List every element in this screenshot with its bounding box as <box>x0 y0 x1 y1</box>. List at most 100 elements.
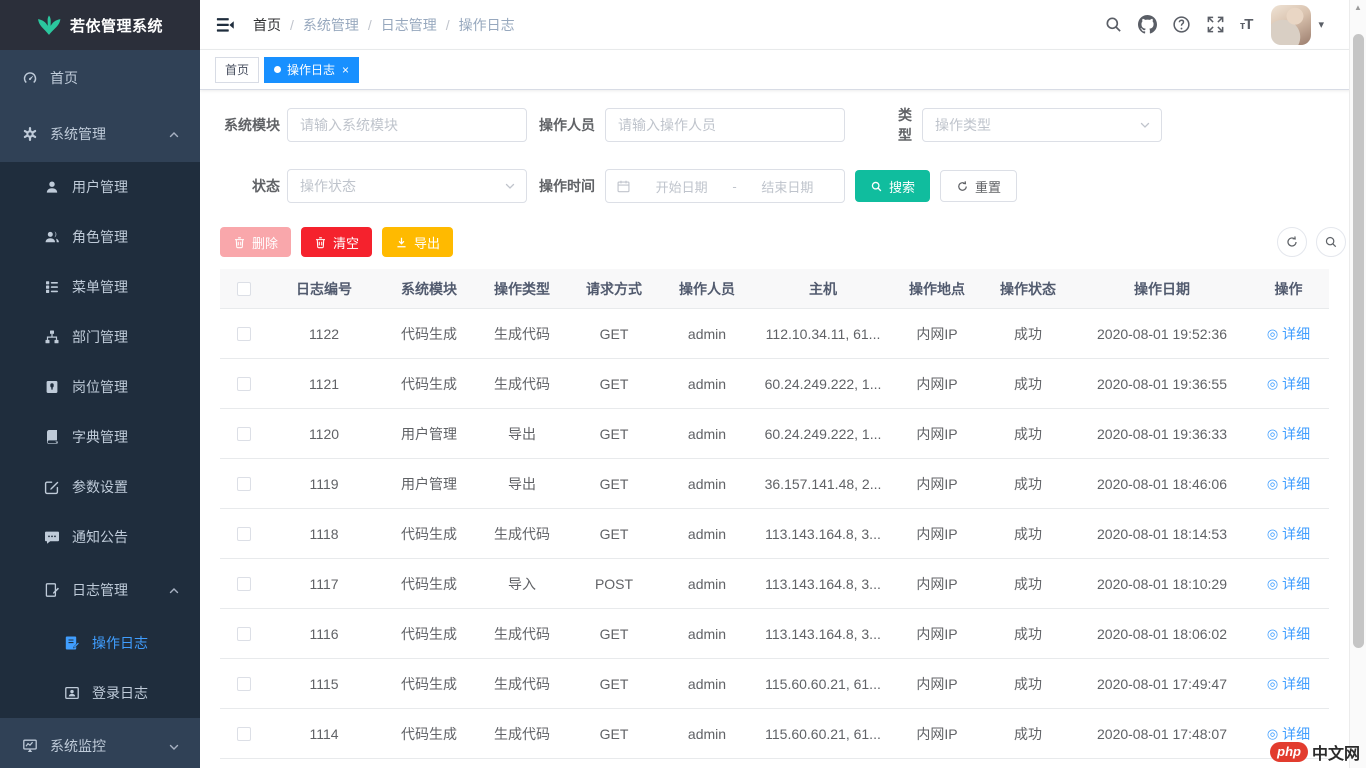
tag-operation-log[interactable]: 操作日志 × <box>264 57 359 83</box>
sidebar-item-operation-log[interactable]: 操作日志 <box>0 618 200 668</box>
table-tools <box>1277 227 1346 257</box>
user-menu[interactable]: ▾ <box>1271 5 1324 45</box>
sidebar-item-home[interactable]: 首页 <box>0 50 200 106</box>
table-header-row: 日志编号系统模块操作类型请求方式操作人员主机操作地点操作状态操作日期操作 <box>220 269 1329 309</box>
detail-link[interactable]: ◎详细 <box>1267 474 1310 494</box>
row-checkbox[interactable] <box>237 377 251 391</box>
font-size-icon[interactable]: тT <box>1240 16 1253 33</box>
cell-method: GET <box>566 326 662 342</box>
select-all-checkbox[interactable] <box>237 282 251 296</box>
cell-type: 生成代码 <box>478 674 566 694</box>
watermark-text: 中文网 <box>1312 740 1360 764</box>
search-button-label: 搜索 <box>889 177 915 196</box>
operation-log-table: 日志编号系统模块操作类型请求方式操作人员主机操作地点操作状态操作日期操作 112… <box>220 269 1329 759</box>
app-logo[interactable]: 若依管理系统 <box>0 0 200 50</box>
chevron-down-icon <box>168 740 180 752</box>
detail-link[interactable]: ◎详细 <box>1267 374 1310 394</box>
cell-type: 导出 <box>478 474 566 494</box>
scrollbar-thumb[interactable] <box>1353 34 1364 648</box>
cell-host: 60.24.249.222, 1... <box>752 426 894 442</box>
detail-link[interactable]: ◎详细 <box>1267 324 1310 344</box>
avatar[interactable] <box>1271 5 1311 45</box>
cell-method: GET <box>566 626 662 642</box>
detail-link[interactable]: ◎详细 <box>1267 674 1310 694</box>
cell-method: GET <box>566 526 662 542</box>
detail-link[interactable]: ◎详细 <box>1267 574 1310 594</box>
search-icon[interactable] <box>1104 15 1123 34</box>
action-cell: ◎详细 <box>1248 574 1329 594</box>
export-button[interactable]: 导出 <box>382 227 453 257</box>
reset-button-label: 重置 <box>975 177 1001 196</box>
github-icon[interactable] <box>1138 15 1157 34</box>
operator-input[interactable] <box>605 108 845 142</box>
sidebar-item-menu-management[interactable]: 菜单管理 <box>0 262 200 312</box>
sidebar-item-notice-management[interactable]: 通知公告 <box>0 512 200 562</box>
refresh-button[interactable] <box>1277 227 1307 257</box>
type-select[interactable]: 操作类型 <box>922 108 1162 142</box>
detail-link-label: 详细 <box>1282 524 1310 544</box>
row-checkbox[interactable] <box>237 327 251 341</box>
delete-button[interactable]: 删除 <box>220 227 291 257</box>
cell-host: 60.24.249.222, 1... <box>752 376 894 392</box>
cell-id: 1120 <box>268 426 380 442</box>
fullscreen-icon[interactable] <box>1206 15 1225 34</box>
detail-link[interactable]: ◎详细 <box>1267 624 1310 644</box>
row-checkbox[interactable] <box>237 427 251 441</box>
sidebar-item-label: 首页 <box>50 68 78 88</box>
vertical-scrollbar[interactable]: ▲ <box>1349 0 1366 768</box>
clear-button[interactable]: 清空 <box>301 227 372 257</box>
row-checkbox[interactable] <box>237 477 251 491</box>
detail-link-label: 详细 <box>1282 674 1310 694</box>
cell-module: 代码生成 <box>380 574 478 594</box>
message-icon <box>44 529 60 545</box>
breadcrumb-home[interactable]: 首页 <box>253 15 281 35</box>
users-icon <box>44 229 60 245</box>
eye-icon: ◎ <box>1267 676 1278 692</box>
date-range-picker[interactable]: 开始日期 - 结束日期 <box>605 169 845 203</box>
cell-module: 用户管理 <box>380 474 478 494</box>
row-checkbox[interactable] <box>237 627 251 641</box>
sidebar-item-user-management[interactable]: 用户管理 <box>0 162 200 212</box>
row-checkbox[interactable] <box>237 527 251 541</box>
sidebar-item-system-management[interactable]: 系统管理 <box>0 106 200 162</box>
sidebar-item-label: 通知公告 <box>72 527 128 547</box>
row-checkbox[interactable] <box>237 727 251 741</box>
cell-module: 代码生成 <box>380 724 478 744</box>
status-select[interactable]: 操作状态 <box>287 169 527 203</box>
column-header: 请求方式 <box>566 279 662 299</box>
cell-operator: admin <box>662 326 752 342</box>
sidebar-toggle-icon[interactable] <box>215 15 235 35</box>
search-button[interactable]: 搜索 <box>855 170 930 202</box>
help-icon[interactable] <box>1172 15 1191 34</box>
row-checkbox[interactable] <box>237 577 251 591</box>
sidebar-item-role-management[interactable]: 角色管理 <box>0 212 200 262</box>
detail-link[interactable]: ◎详细 <box>1267 424 1310 444</box>
close-icon[interactable]: × <box>342 64 349 76</box>
scrollbar-up-arrow[interactable]: ▲ <box>1350 3 1366 12</box>
tag-home[interactable]: 首页 <box>215 57 259 83</box>
sidebar-item-post-management[interactable]: 岗位管理 <box>0 362 200 412</box>
module-input[interactable] <box>287 108 527 142</box>
trash-icon <box>314 236 327 249</box>
detail-link[interactable]: ◎详细 <box>1267 524 1310 544</box>
column-search-button[interactable] <box>1316 227 1346 257</box>
breadcrumb-item: 操作日志 <box>459 15 515 35</box>
reset-button[interactable]: 重置 <box>940 170 1017 202</box>
row-checkbox[interactable] <box>237 677 251 691</box>
eye-icon: ◎ <box>1267 326 1278 342</box>
cell-host: 113.143.164.8, 3... <box>752 576 894 592</box>
sidebar-item-log-management[interactable]: 日志管理 <box>0 562 200 618</box>
cell-id: 1117 <box>268 576 380 592</box>
sidebar-item-dict-management[interactable]: 字典管理 <box>0 412 200 462</box>
sidebar-item-system-monitor[interactable]: 系统监控 <box>0 718 200 768</box>
sidebar-item-dept-management[interactable]: 部门管理 <box>0 312 200 362</box>
table-row: 1118代码生成生成代码GETadmin113.143.164.8, 3...内… <box>220 509 1329 559</box>
filter-row-1: 系统模块 操作人员 类型 操作类型 <box>220 105 1346 145</box>
sidebar-item-config-management[interactable]: 参数设置 <box>0 462 200 512</box>
cell-operator: admin <box>662 626 752 642</box>
start-date-placeholder: 开始日期 <box>635 177 728 196</box>
edit-icon <box>44 479 60 495</box>
navbar-actions: тT ▾ <box>1104 5 1324 45</box>
sidebar-item-login-log[interactable]: 登录日志 <box>0 668 200 718</box>
cell-status: 成功 <box>980 574 1076 594</box>
